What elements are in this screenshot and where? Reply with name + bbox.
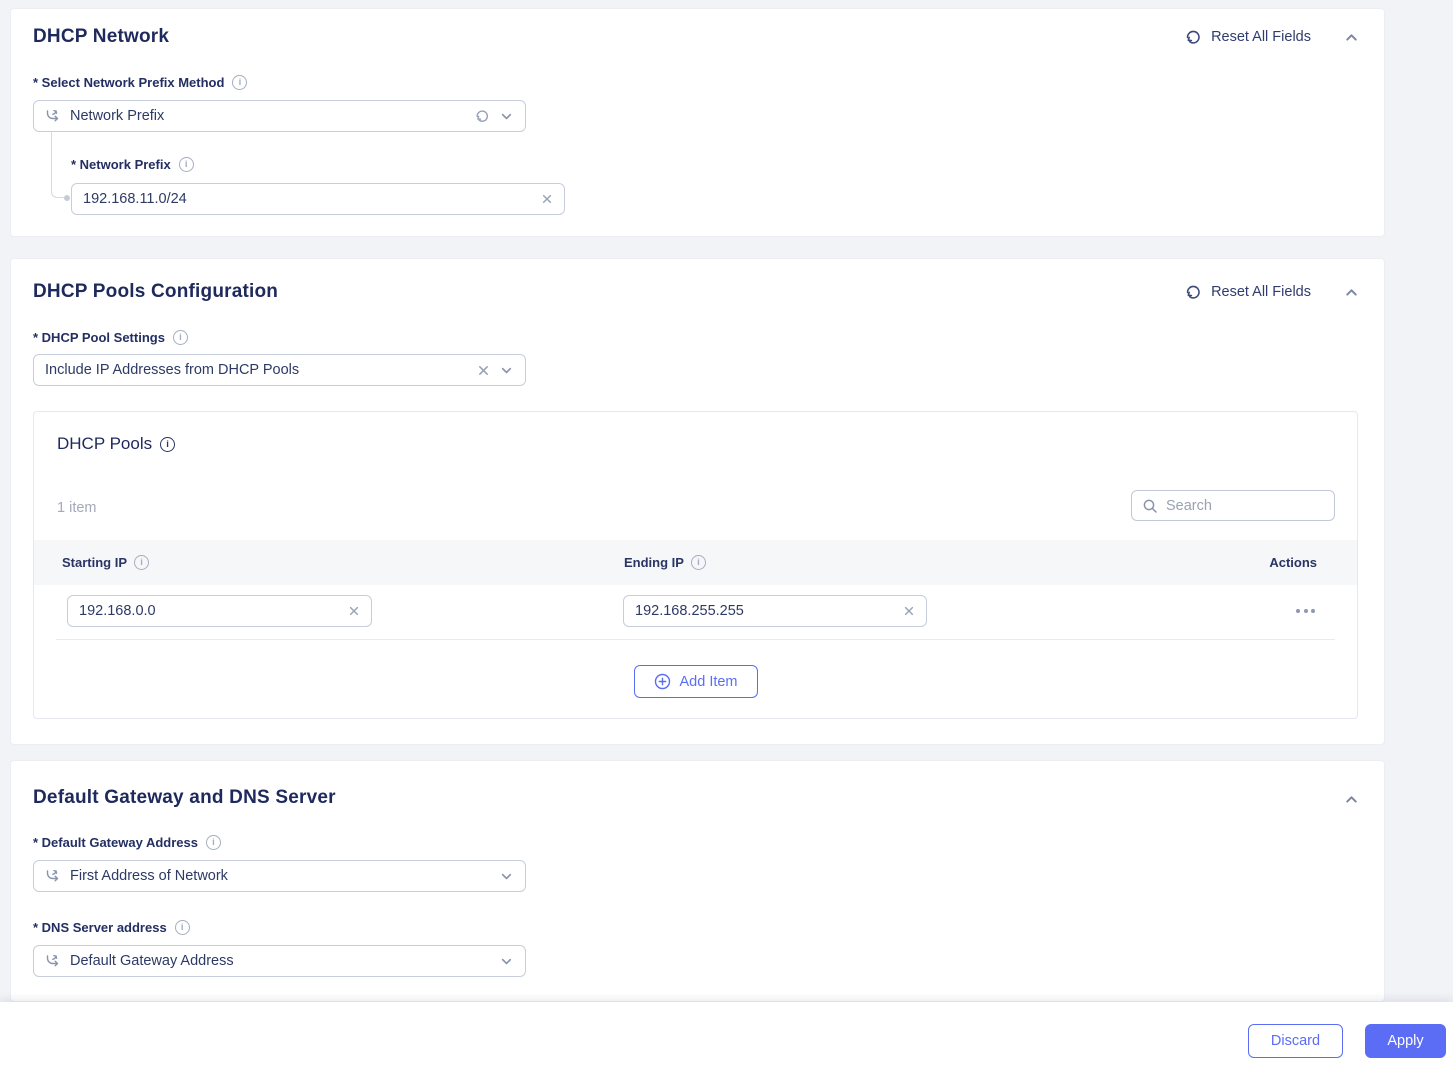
connector-dot [64, 195, 70, 201]
action-bar: Discard Apply [0, 1002, 1453, 1070]
branch-icon [45, 953, 61, 969]
info-icon[interactable]: i [160, 437, 175, 452]
prefix-method-label: * Select Network Prefix Method [33, 75, 224, 90]
info-icon[interactable]: i [691, 555, 706, 570]
dhcp-network-title: DHCP Network [33, 26, 169, 48]
gateway-dns-card: Default Gateway and DNS Server * Default… [10, 760, 1385, 1002]
discard-button[interactable]: Discard [1248, 1024, 1343, 1058]
info-icon[interactable]: i [173, 330, 188, 345]
collapse-section-button[interactable] [1343, 29, 1360, 46]
starting-ip-field-wrap [67, 595, 372, 627]
item-count: 1 item [57, 500, 97, 516]
clear-icon[interactable] [541, 193, 553, 205]
prefix-method-select[interactable]: Network Prefix [33, 100, 526, 132]
add-item-label: Add Item [679, 674, 737, 690]
dhcp-pools-card: DHCP Pools Configuration Reset All Field… [10, 258, 1385, 745]
search-icon [1142, 498, 1158, 514]
add-item-button[interactable]: Add Item [633, 665, 757, 698]
reset-all-fields-button[interactable]: Reset All Fields [1184, 28, 1311, 46]
dns-server-select[interactable]: Default Gateway Address [33, 945, 526, 977]
default-gateway-value: First Address of Network [70, 868, 490, 884]
pools-panel-title: DHCP Pools [57, 434, 152, 454]
clear-icon[interactable] [903, 605, 915, 617]
reset-icon [1184, 28, 1202, 46]
network-prefix-label: * Network Prefix [71, 157, 171, 172]
pool-settings-select[interactable]: Include IP Addresses from DHCP Pools [33, 354, 526, 386]
network-prefix-field-wrap [71, 183, 565, 215]
table-header-row: Starting IP i Ending IP i Actions [34, 540, 1357, 585]
row-divider [56, 639, 1335, 640]
chevron-down-icon[interactable] [499, 954, 514, 969]
pool-settings-label: * DHCP Pool Settings [33, 330, 165, 345]
search-input[interactable] [1166, 498, 1324, 514]
chevron-up-icon [1343, 29, 1360, 46]
chevron-down-icon[interactable] [499, 363, 514, 378]
reset-icon [1184, 283, 1202, 301]
row-actions-menu-icon[interactable] [1296, 609, 1315, 613]
pool-settings-value: Include IP Addresses from DHCP Pools [45, 362, 468, 378]
info-icon[interactable]: i [134, 555, 149, 570]
info-icon[interactable]: i [206, 835, 221, 850]
reset-all-fields-label: Reset All Fields [1211, 29, 1311, 45]
branch-icon [45, 108, 61, 124]
chevron-up-icon [1343, 791, 1360, 808]
dhcp-network-card: DHCP Network Reset All Fields * Select N… [10, 8, 1385, 237]
dhcp-pools-title: DHCP Pools Configuration [33, 281, 278, 303]
collapse-section-button[interactable] [1343, 284, 1360, 301]
starting-ip-header: Starting IP [62, 555, 127, 570]
chevron-down-icon[interactable] [499, 869, 514, 884]
clear-icon[interactable] [348, 605, 360, 617]
nested-field-connector [51, 131, 66, 198]
ending-ip-field-wrap [623, 595, 927, 627]
plus-circle-icon [653, 673, 670, 690]
branch-icon [45, 868, 61, 884]
info-icon[interactable]: i [175, 920, 190, 935]
prefix-method-value: Network Prefix [70, 108, 465, 124]
pools-search [1131, 490, 1335, 521]
actions-header: Actions [1269, 555, 1317, 570]
field-reset-icon[interactable] [474, 108, 490, 124]
collapse-section-button[interactable] [1343, 791, 1360, 808]
table-row [34, 585, 1357, 639]
gateway-dns-title: Default Gateway and DNS Server [33, 787, 336, 809]
dns-server-value: Default Gateway Address [70, 953, 490, 969]
ending-ip-header: Ending IP [624, 555, 684, 570]
info-icon[interactable]: i [232, 75, 247, 90]
apply-button[interactable]: Apply [1365, 1024, 1446, 1058]
starting-ip-input[interactable] [79, 603, 340, 619]
network-prefix-input[interactable] [83, 191, 533, 207]
clear-icon[interactable] [477, 364, 490, 377]
reset-all-fields-label: Reset All Fields [1211, 284, 1311, 300]
chevron-down-icon[interactable] [499, 109, 514, 124]
reset-all-fields-button[interactable]: Reset All Fields [1184, 283, 1311, 301]
default-gateway-select[interactable]: First Address of Network [33, 860, 526, 892]
info-icon[interactable]: i [179, 157, 194, 172]
dns-server-label: * DNS Server address [33, 920, 167, 935]
dhcp-pools-panel: DHCP Pools i 1 item Starting IP i Ending… [33, 411, 1358, 719]
ending-ip-input[interactable] [635, 603, 895, 619]
chevron-up-icon [1343, 284, 1360, 301]
default-gateway-label: * Default Gateway Address [33, 835, 198, 850]
